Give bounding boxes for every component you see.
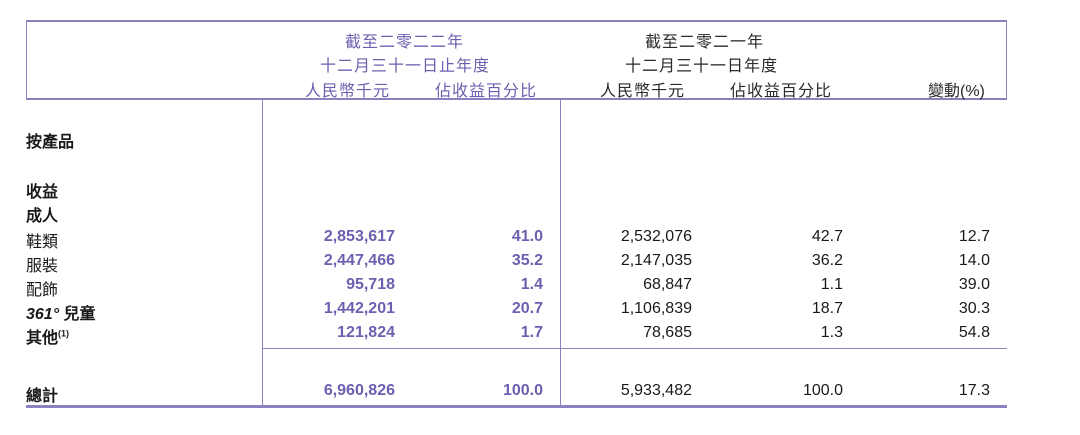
row-others-2022-value: 121,824 bbox=[337, 324, 395, 341]
row-others-change: 54.8 bbox=[958, 324, 990, 341]
section-revenue: 收益 bbox=[26, 184, 59, 201]
row-others-2022-pct: 1.7 bbox=[520, 324, 543, 341]
row-footwear-2021-value: 2,532,076 bbox=[620, 228, 692, 245]
row-accessories-2021-value: 68,847 bbox=[643, 276, 692, 293]
total-2021-value: 5,933,482 bbox=[620, 382, 692, 399]
row-accessories-2022-pct: 1.4 bbox=[520, 276, 543, 293]
total-change: 17.3 bbox=[958, 382, 990, 399]
row-apparel-change: 14.0 bbox=[958, 252, 990, 269]
row-accessories-change: 39.0 bbox=[958, 276, 990, 293]
row-kids-2021-pct: 18.7 bbox=[811, 300, 843, 317]
table-bottom-rule bbox=[26, 405, 1007, 408]
row-apparel-2022-value: 2,447,466 bbox=[323, 252, 395, 269]
row-kids-2022-pct: 20.7 bbox=[511, 300, 543, 317]
row-accessories-2021-pct: 1.1 bbox=[820, 276, 843, 293]
section-by-product: 按產品 bbox=[26, 134, 75, 151]
header-2022-line2: 十二月三十一日止年度 bbox=[320, 58, 491, 75]
header-2021-pct: 佔收益百分比 bbox=[730, 83, 833, 100]
row-label-footwear: 鞋類 bbox=[26, 234, 59, 251]
header-left-border bbox=[26, 20, 27, 100]
row-apparel-2021-pct: 36.2 bbox=[811, 252, 843, 269]
row-apparel-2022-pct: 35.2 bbox=[511, 252, 543, 269]
row-others-2021-pct: 1.3 bbox=[820, 324, 843, 341]
row-kids-label: 兒童 bbox=[63, 306, 96, 323]
row-footwear-2022-pct: 41.0 bbox=[511, 228, 543, 245]
row-kids-change: 30.3 bbox=[958, 300, 990, 317]
row-label-apparel: 服裝 bbox=[26, 258, 59, 275]
row-kids-prefix: 361° bbox=[26, 306, 60, 323]
header-2021-rmb: 人民幣千元 bbox=[600, 83, 686, 100]
row-others-2021-value: 78,685 bbox=[643, 324, 692, 341]
row-others-footnote: (1) bbox=[58, 328, 70, 339]
header-2021-line1: 截至二零二一年 bbox=[645, 34, 765, 51]
header-change: 變動(%) bbox=[928, 83, 985, 100]
total-2021-pct: 100.0 bbox=[802, 382, 843, 399]
row-footwear-2022-value: 2,853,617 bbox=[323, 228, 395, 245]
row-label-accessories: 配飾 bbox=[26, 282, 59, 299]
row-others-label: 其他 bbox=[26, 330, 59, 347]
header-2022-pct: 佔收益百分比 bbox=[435, 83, 538, 100]
row-accessories-2022-value: 95,718 bbox=[346, 276, 395, 293]
header-2022-line1: 截至二零二二年 bbox=[345, 34, 465, 51]
header-2022-rmb: 人民幣千元 bbox=[305, 83, 391, 100]
row-footwear-2021-pct: 42.7 bbox=[811, 228, 843, 245]
subtotal-rule bbox=[262, 348, 1007, 349]
total-label: 總計 bbox=[26, 388, 59, 405]
total-2022-pct: 100.0 bbox=[502, 382, 543, 399]
row-label-kids: 361° 兒童 bbox=[26, 300, 96, 324]
row-footwear-change: 12.7 bbox=[958, 228, 990, 245]
header-right-border bbox=[1006, 20, 1007, 100]
row-kids-2021-value: 1,106,839 bbox=[620, 300, 692, 317]
row-apparel-2021-value: 2,147,035 bbox=[620, 252, 692, 269]
total-2022-value: 6,960,826 bbox=[323, 382, 395, 399]
row-kids-2022-value: 1,442,201 bbox=[323, 300, 395, 317]
header-top-rule bbox=[26, 20, 1007, 22]
header-2021-line2: 十二月三十一日年度 bbox=[625, 58, 779, 75]
row-label-others: 其他(1) bbox=[26, 324, 69, 348]
section-adult: 成人 bbox=[26, 208, 59, 225]
